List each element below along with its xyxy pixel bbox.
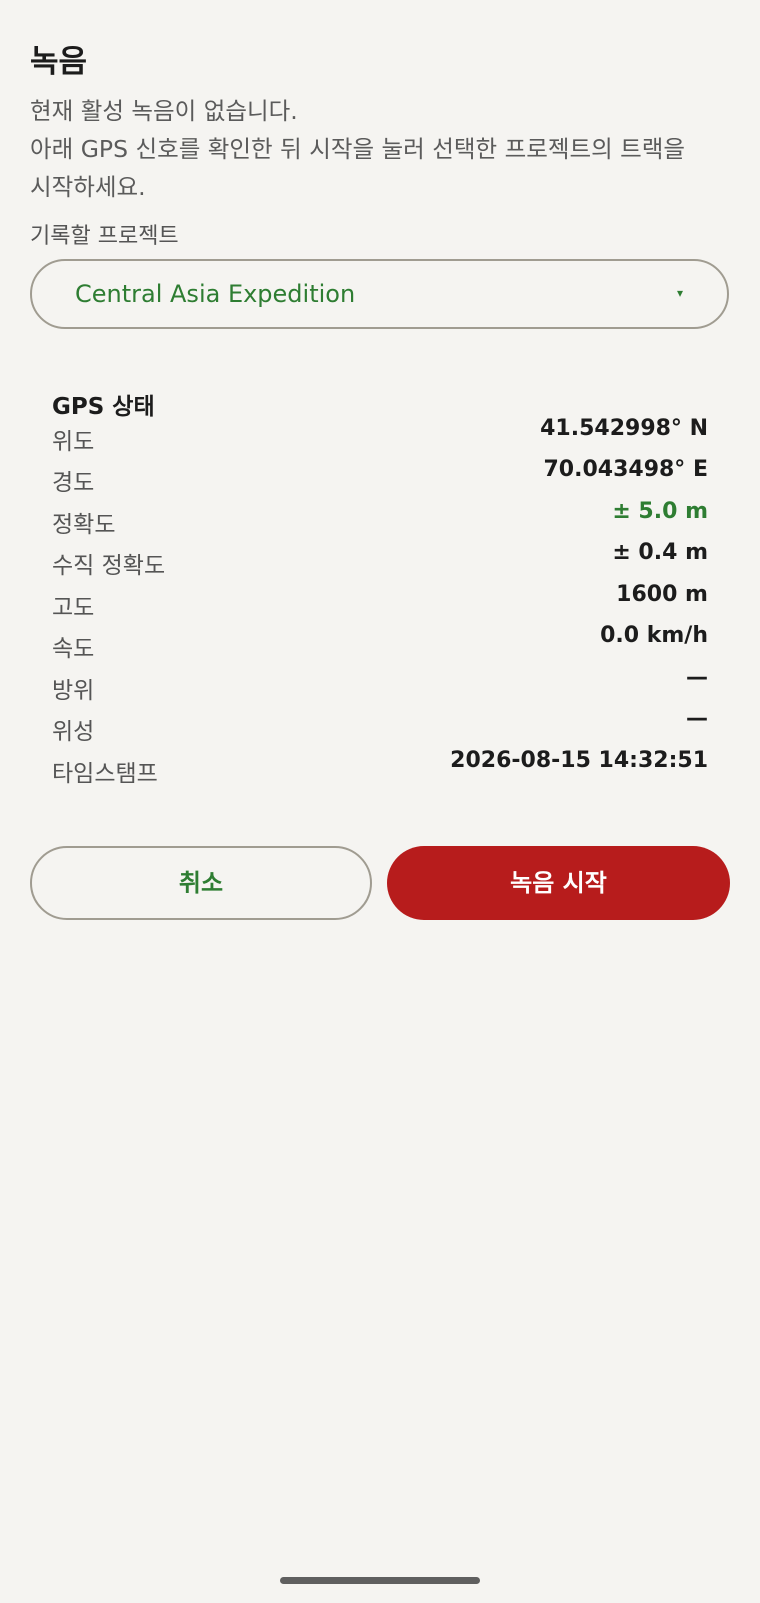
cancel-button[interactable]: 취소 (30, 846, 372, 920)
gps-value: ± 0.4 m (612, 540, 708, 565)
gps-value: 0.0 km/h (600, 623, 708, 648)
gps-row-longitude: 경도 70.043498° E (52, 457, 708, 496)
gps-label: 수직 정확도 (52, 553, 166, 579)
page-title: 녹음 (30, 44, 88, 80)
gps-label: 고도 (52, 595, 95, 621)
gps-value: 41.542998° N (540, 416, 708, 441)
gps-row-timestamp: 타임스탬프 2026-08-15 14:32:51 (52, 748, 708, 787)
gps-label: 속도 (52, 636, 95, 662)
gps-label: 경도 (52, 470, 95, 496)
gps-row-latitude: 위도 41.542998° N (52, 416, 708, 455)
description-line: 시작하세요. (30, 173, 146, 201)
gps-label: 정확도 (52, 512, 116, 538)
project-select[interactable]: Central Asia Expedition ▾ (30, 259, 729, 329)
start-recording-button[interactable]: 녹음 시작 (387, 846, 730, 920)
gps-value: 70.043498° E (543, 457, 708, 482)
gps-value: ± 5.0 m (612, 499, 708, 524)
gps-value: — (686, 706, 708, 731)
gps-row-satellites: 위성 — (52, 706, 708, 745)
description-line: 아래 GPS 신호를 확인한 뒤 시작을 눌러 선택한 프로젝트의 트랙을 (30, 135, 686, 163)
project-select-label: 기록할 프로젝트 (30, 224, 179, 249)
dropdown-arrow-icon: ▾ (676, 286, 683, 300)
gps-label: 타임스탬프 (52, 761, 158, 787)
gps-label: 위성 (52, 719, 95, 745)
description-line: 현재 활성 녹음이 없습니다. (30, 97, 298, 125)
gps-label: 위도 (52, 429, 95, 455)
status-description: 현재 활성 녹음이 없습니다. 아래 GPS 신호를 확인한 뒤 시작을 눌러 … (30, 92, 735, 206)
gps-label: 방위 (52, 678, 95, 704)
home-indicator[interactable] (280, 1577, 480, 1584)
gps-value: — (686, 665, 708, 690)
gps-row-speed: 속도 0.0 km/h (52, 623, 708, 662)
gps-row-altitude: 고도 1600 m (52, 582, 708, 621)
gps-row-vertical-accuracy: 수직 정확도 ± 0.4 m (52, 540, 708, 579)
gps-row-accuracy: 정확도 ± 5.0 m (52, 499, 708, 538)
gps-value: 1600 m (616, 582, 708, 607)
project-select-value: Central Asia Expedition (75, 280, 356, 308)
gps-value: 2026-08-15 14:32:51 (450, 748, 708, 773)
gps-row-bearing: 방위 — (52, 665, 708, 704)
